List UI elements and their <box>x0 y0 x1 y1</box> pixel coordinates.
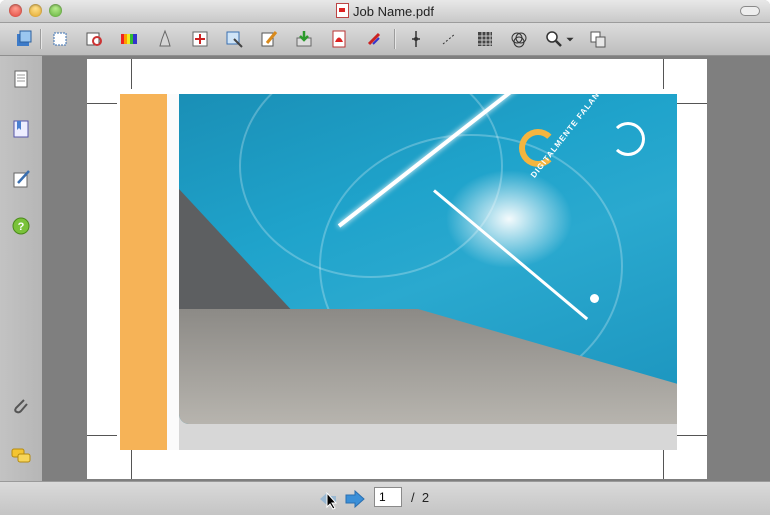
compare-icon[interactable] <box>586 27 610 51</box>
crop-marks-icon[interactable] <box>48 27 72 51</box>
sidebar: ? <box>0 56 42 481</box>
crop-mark <box>131 449 132 479</box>
chevron-down-icon[interactable] <box>564 27 576 51</box>
toolbar-divider <box>394 29 396 49</box>
mouse-cursor-icon <box>326 492 338 510</box>
toolbar-divider <box>40 29 42 49</box>
toolbar-toggle-button[interactable] <box>740 6 760 16</box>
white-band <box>167 94 179 450</box>
next-page-icon[interactable] <box>344 489 366 509</box>
trim-icon[interactable] <box>222 27 246 51</box>
fit-icon[interactable] <box>404 27 428 51</box>
overprint-icon[interactable] <box>507 27 531 51</box>
page-separator: / <box>411 490 415 505</box>
page-count: 2 <box>421 490 430 505</box>
pdf-page: DIGITALMENTE FALANDO <box>87 59 707 479</box>
edit-pen-icon[interactable] <box>257 27 281 51</box>
crop-mark <box>87 435 117 436</box>
window-title: Job Name.pdf <box>0 3 770 19</box>
crop-mark <box>663 449 664 479</box>
app-window: Job Name.pdf ? DIGITALMENTE FALANDO 1 / … <box>0 0 770 515</box>
endpoint-dot <box>590 294 599 303</box>
ink-icon[interactable] <box>153 27 177 51</box>
color-bars-icon[interactable] <box>117 27 141 51</box>
measure-icon[interactable] <box>438 27 462 51</box>
attachments-icon[interactable] <box>9 394 33 418</box>
window-title-text: Job Name.pdf <box>353 4 434 19</box>
grid-icon[interactable] <box>473 27 497 51</box>
artwork: DIGITALMENTE FALANDO <box>120 94 677 450</box>
svg-text:?: ? <box>18 221 25 233</box>
help-icon[interactable]: ? <box>9 214 33 238</box>
crop-mark <box>677 103 707 104</box>
refresh-ring-icon <box>611 122 645 156</box>
layers-icon[interactable] <box>12 27 36 51</box>
pdf-file-icon <box>336 3 350 18</box>
zoom-icon[interactable] <box>542 27 566 51</box>
signature-icon[interactable] <box>9 167 33 191</box>
export-icon[interactable] <box>292 27 316 51</box>
pages-icon[interactable] <box>9 67 33 91</box>
page-navigation-bar: / 2 <box>0 481 770 515</box>
pdf-icon[interactable] <box>327 27 351 51</box>
separations-icon[interactable] <box>362 27 386 51</box>
comments-icon[interactable] <box>9 444 33 468</box>
document-viewer[interactable]: DIGITALMENTE FALANDO <box>42 56 770 481</box>
page-number-input[interactable] <box>374 487 402 507</box>
bookmarks-icon[interactable] <box>9 117 33 141</box>
orange-band <box>120 94 167 450</box>
crop-mark <box>677 435 707 436</box>
title-bar: Job Name.pdf <box>0 0 770 23</box>
page-total: / 2 <box>411 490 429 505</box>
print-preview-icon[interactable] <box>82 27 106 51</box>
crop-mark <box>131 59 132 89</box>
toolbar <box>0 23 770 56</box>
crop-mark <box>663 59 664 89</box>
hero-graphic: DIGITALMENTE FALANDO <box>179 94 677 424</box>
registration-icon[interactable] <box>188 27 212 51</box>
crop-mark <box>87 103 117 104</box>
